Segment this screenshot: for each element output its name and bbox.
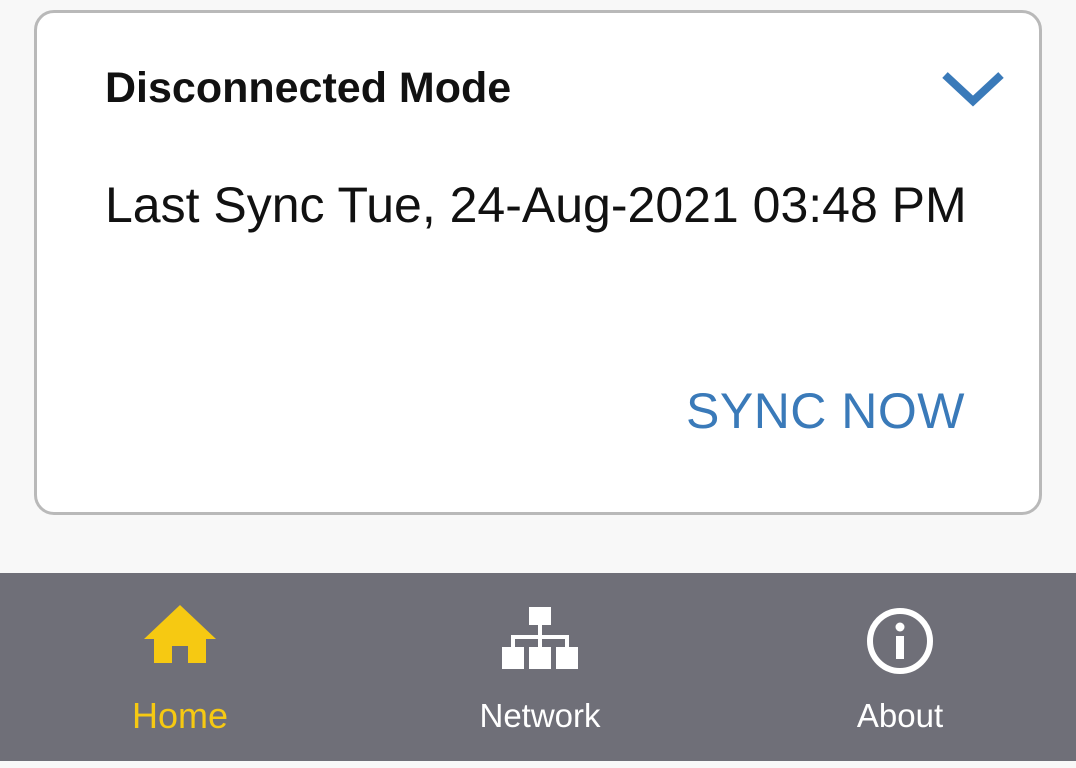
nav-item-about[interactable]: About xyxy=(790,573,1010,761)
nav-item-network[interactable]: Network xyxy=(430,573,650,761)
card-title: Disconnected Mode xyxy=(105,64,512,112)
nav-label-network: Network xyxy=(479,697,601,734)
disconnected-mode-card: Disconnected Mode Last Sync Tue, 24-Aug-… xyxy=(34,10,1042,515)
bottom-strip xyxy=(0,761,1076,768)
nav-item-home[interactable]: Home xyxy=(70,573,290,761)
card-header[interactable]: Disconnected Mode xyxy=(37,13,1039,138)
app-screen: Disconnected Mode Last Sync Tue, 24-Aug-… xyxy=(0,0,1076,768)
chevron-down-icon[interactable] xyxy=(940,68,1006,108)
network-icon xyxy=(502,607,578,669)
sync-now-button[interactable]: SYNC NOW xyxy=(665,375,965,447)
nav-label-about: About xyxy=(856,697,944,734)
nav-label-home: Home xyxy=(131,695,229,736)
info-icon xyxy=(867,608,933,674)
bottom-navigation-bar: Home Network About xyxy=(0,573,1076,761)
home-icon xyxy=(144,605,216,663)
last-sync-text: Last Sync Tue, 24-Aug-2021 03:48 PM xyxy=(105,177,967,233)
